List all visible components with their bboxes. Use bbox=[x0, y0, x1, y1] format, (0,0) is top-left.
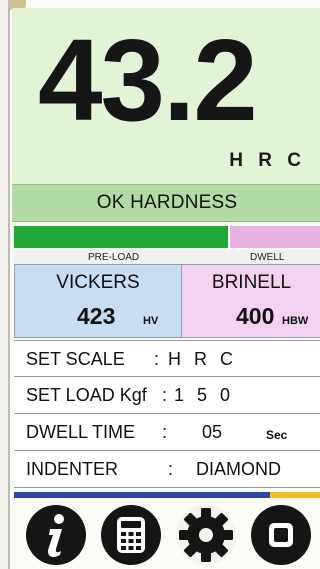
test-progress bbox=[14, 226, 320, 250]
hardness-reading-panel: 43.2 H R C bbox=[12, 8, 320, 184]
hardness-tester-screen: 43.2 H R C OK HARDNESS PRE-LOAD DWELL VI… bbox=[8, 0, 320, 569]
vickers-value: 423 bbox=[77, 303, 116, 329]
set-load-row[interactable]: SET LOAD Kgf : 1 5 0 bbox=[14, 377, 320, 414]
vickers-conversion: VICKERS 423 HV bbox=[14, 264, 182, 338]
indenter-value: DIAMOND bbox=[196, 459, 281, 479]
info-icon bbox=[47, 513, 64, 557]
dwell-time-colon: : bbox=[162, 422, 168, 442]
preload-progress-bar bbox=[14, 226, 228, 248]
indenter-row[interactable]: INDENTER : DIAMOND bbox=[14, 451, 320, 488]
accent-divider bbox=[14, 492, 320, 498]
dwell-progress-bar bbox=[230, 226, 320, 248]
set-load-value: 1 5 0 bbox=[174, 385, 235, 405]
stop-button[interactable] bbox=[250, 504, 311, 565]
hardness-unit: H R C bbox=[229, 150, 306, 171]
accent-yellow-segment bbox=[270, 492, 320, 498]
preload-label: PRE-LOAD bbox=[88, 252, 140, 263]
gear-icon bbox=[178, 507, 233, 562]
settings-button[interactable] bbox=[175, 504, 236, 565]
brinell-conversion: BRINELL 400 HBW bbox=[182, 264, 320, 338]
info-button[interactable] bbox=[25, 504, 86, 565]
vickers-unit: HV bbox=[143, 315, 159, 327]
dwell-time-unit: Sec bbox=[266, 428, 288, 442]
indenter-colon: : bbox=[168, 459, 174, 479]
set-load-colon: : bbox=[162, 385, 168, 405]
set-scale-value: H R C bbox=[168, 349, 237, 369]
conversion-panel: VICKERS 423 HV BRINELL 400 HBW bbox=[14, 264, 320, 338]
brinell-label: BRINELL bbox=[211, 272, 292, 293]
dwell-time-value: 05 bbox=[202, 422, 223, 442]
dwell-time-label: DWELL TIME bbox=[26, 422, 136, 442]
set-load-label: SET LOAD Kgf bbox=[26, 385, 147, 405]
dwell-time-row[interactable]: DWELL TIME : 05 Sec bbox=[14, 414, 320, 451]
calculator-button[interactable] bbox=[100, 504, 161, 565]
calculator-icon bbox=[116, 516, 145, 553]
set-scale-row[interactable]: SET SCALE : H R C bbox=[14, 340, 320, 377]
progress-labels: PRE-LOAD DWELL bbox=[14, 250, 320, 264]
accent-blue-segment bbox=[14, 492, 270, 498]
status-text: OK HARDNESS bbox=[96, 192, 238, 213]
brinell-value: 400 bbox=[236, 303, 275, 329]
indenter-label: INDENTER bbox=[26, 459, 119, 479]
dwell-label: DWELL bbox=[250, 252, 285, 263]
settings-list: SET SCALE : H R C SET LOAD Kgf : 1 5 0 D… bbox=[14, 340, 320, 488]
hardness-value: 43.2 bbox=[38, 15, 258, 145]
set-scale-colon: : bbox=[154, 349, 160, 369]
stop-icon bbox=[268, 522, 293, 547]
status-banner: OK HARDNESS bbox=[12, 184, 320, 222]
bottom-toolbar bbox=[14, 500, 320, 569]
set-scale-label: SET SCALE bbox=[26, 349, 125, 369]
vickers-label: VICKERS bbox=[56, 272, 140, 293]
brinell-unit: HBW bbox=[282, 315, 309, 327]
